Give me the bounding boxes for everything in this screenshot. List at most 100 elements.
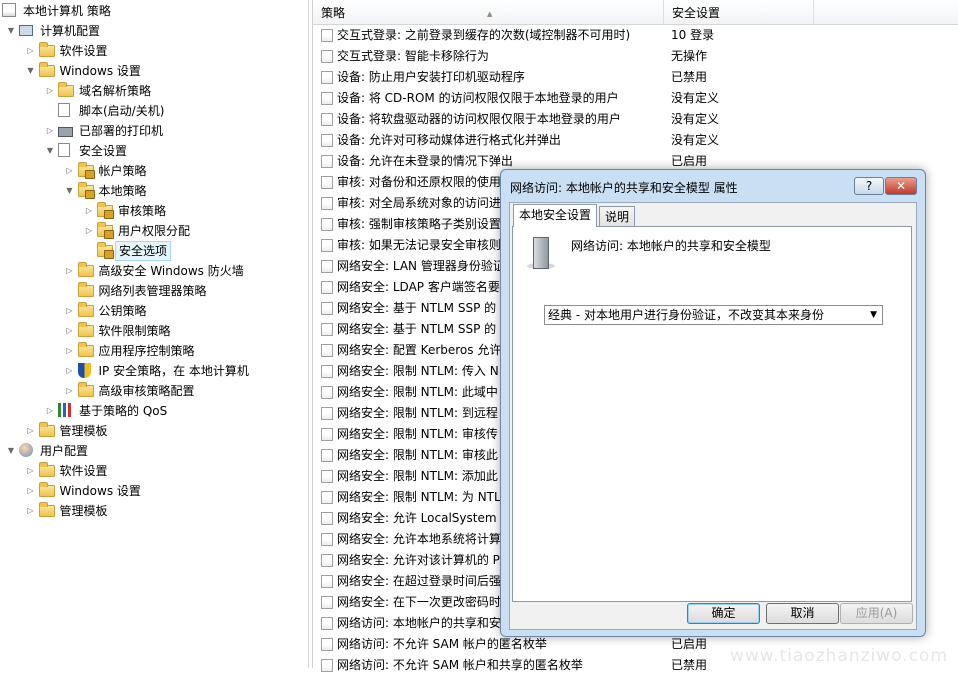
document-icon	[58, 143, 74, 159]
tree-item[interactable]: ▼ 计算机配置	[0, 21, 308, 41]
tree-item-label: 公钥策略	[98, 304, 147, 318]
tree-item[interactable]: 安全选项	[0, 241, 308, 261]
tree-item[interactable]: ▷ 管理模板	[0, 421, 308, 441]
policy-setting-icon	[321, 554, 333, 567]
collapsed-arrow-icon[interactable]: ▷	[26, 41, 36, 61]
collapsed-arrow-icon[interactable]: ▷	[65, 161, 75, 181]
server-icon	[527, 237, 555, 271]
policy-setting-icon	[321, 533, 333, 546]
table-row[interactable]: 设备: 将 CD-ROM 的访问权限仅限于本地登录的用户 没有定义	[313, 88, 958, 109]
table-row[interactable]: 交互式登录: 之前登录到缓存的次数(域控制器不可用时) 10 登录	[313, 25, 958, 46]
tree-item[interactable]: ▷ 软件设置	[0, 41, 308, 61]
tree-item-label: IP 安全策略，在 本地计算机	[98, 364, 249, 378]
tree-item[interactable]: ▼ 安全设置	[0, 141, 308, 161]
folder-icon	[77, 302, 94, 319]
tree-item[interactable]: ▷ 域名解析策略	[0, 81, 308, 101]
collapsed-arrow-icon[interactable]: ▷	[45, 121, 55, 141]
collapsed-arrow-icon[interactable]: ▷	[26, 421, 36, 441]
policy-setting-icon	[321, 365, 333, 378]
column-header-setting[interactable]: 安全设置	[664, 0, 814, 24]
tree-item[interactable]: ▷ 软件限制策略	[0, 321, 308, 341]
collapsed-arrow-icon[interactable]: ▷	[45, 401, 55, 421]
collapsed-arrow-icon[interactable]: ▷	[26, 501, 36, 521]
folder-icon	[77, 382, 94, 399]
tree-item[interactable]: ▷ Windows 设置	[0, 481, 308, 501]
collapsed-arrow-icon[interactable]: ▷	[84, 221, 94, 241]
tree-item[interactable]: ▷ 已部署的打印机	[0, 121, 308, 141]
table-row[interactable]: 设备: 允许对可移动媒体进行格式化并弹出 没有定义	[313, 130, 958, 151]
tab-page: 网络访问: 本地帐户的共享和安全模型 经典 - 对本地用户进行身份验证，不改变其…	[512, 226, 912, 602]
column-header-policy[interactable]: 策略 ▲	[313, 0, 664, 24]
tree-item-label: 用户权限分配	[118, 224, 191, 238]
expanded-arrow-icon[interactable]: ▼	[26, 61, 36, 81]
expanded-arrow-icon[interactable]: ▼	[65, 181, 75, 201]
locked-folder-icon	[77, 162, 95, 179]
collapsed-arrow-icon[interactable]: ▷	[65, 261, 75, 281]
policy-name: 设备: 防止用户安装打印机驱动程序	[337, 70, 525, 84]
expanded-arrow-icon[interactable]: ▼	[6, 441, 16, 461]
help-button[interactable]: ?	[854, 177, 884, 195]
column-header-bar: 策略 ▲ 安全设置	[313, 0, 958, 25]
collapsed-arrow-icon[interactable]: ▷	[45, 81, 55, 101]
shield-icon	[77, 363, 94, 379]
tree-item[interactable]: ▼ Windows 设置	[0, 61, 308, 81]
locked-folder-icon	[97, 202, 114, 219]
tree-item[interactable]: ▼ 用户配置	[0, 441, 308, 461]
tree-item[interactable]: ▷ 帐户策略	[0, 161, 308, 181]
policy-setting-icon	[321, 29, 333, 42]
collapsed-arrow-icon[interactable]: ▷	[65, 321, 75, 341]
collapsed-arrow-icon[interactable]: ▷	[65, 381, 75, 401]
folder-icon	[38, 42, 55, 59]
policy-setting-icon	[321, 428, 333, 441]
policy-setting-value: 已启用	[671, 637, 708, 651]
tree-item[interactable]: ▷ 高级审核策略配置	[0, 381, 308, 401]
table-row[interactable]: 设备: 将软盘驱动器的访问权限仅限于本地登录的用户 没有定义	[313, 109, 958, 130]
collapsed-arrow-icon[interactable]: ▷	[26, 461, 36, 481]
collapsed-arrow-icon[interactable]: ▷	[26, 481, 36, 501]
tab-explain[interactable]: 说明	[599, 206, 636, 226]
policy-name: 交互式登录: 智能卡移除行为	[337, 49, 489, 63]
close-button[interactable]: ✕	[885, 177, 917, 195]
policy-setting-icon	[321, 71, 333, 84]
tree-item[interactable]: ▷ IP 安全策略，在 本地计算机	[0, 361, 308, 381]
chevron-down-icon: ▼	[870, 310, 877, 320]
collapsed-arrow-icon[interactable]: ▷	[65, 361, 75, 381]
chart-icon	[58, 403, 74, 419]
policy-setting-value: 已禁用	[671, 658, 708, 672]
tree-item[interactable]: ▷ 高级安全 Windows 防火墙	[0, 261, 308, 281]
policy-setting-icon	[321, 323, 333, 336]
folder-icon	[38, 482, 55, 499]
tree-item[interactable]: ▷ 软件设置	[0, 461, 308, 481]
policy-name: 交互式登录: 之前登录到缓存的次数(域控制器不可用时)	[337, 28, 631, 42]
tree-item[interactable]: ▷ 应用程序控制策略	[0, 341, 308, 361]
tab-local-security-setting[interactable]: 本地安全设置	[513, 204, 598, 227]
collapsed-arrow-icon[interactable]: ▷	[65, 301, 75, 321]
tree-item-label: 安全选项	[115, 241, 172, 261]
policy-setting-icon	[321, 344, 333, 357]
tree-item[interactable]: ▷ 基于策略的 QoS	[0, 401, 308, 421]
table-row[interactable]: 交互式登录: 智能卡移除行为 无操作	[313, 46, 958, 67]
tree-item[interactable]: ▷ 管理模板	[0, 501, 308, 521]
tree-item[interactable]: ▷ 公钥策略	[0, 301, 308, 321]
tree-item-label: 软件限制策略	[98, 324, 171, 338]
apply-button[interactable]: 应用(A)	[840, 603, 913, 624]
tree-item[interactable]: 本地计算机 策略	[0, 1, 308, 21]
tree-item-label: 已部署的打印机	[79, 124, 164, 138]
policy-name: 设备: 将软盘驱动器的访问权限仅限于本地登录的用户	[337, 112, 621, 126]
policy-option-select[interactable]: 经典 - 对本地用户进行身份验证，不改变其本来身份 ▼	[544, 305, 883, 325]
locked-folder-icon	[97, 222, 114, 239]
cancel-button[interactable]: 取消	[766, 603, 839, 624]
collapsed-arrow-icon[interactable]: ▷	[84, 201, 94, 221]
table-row[interactable]: 设备: 防止用户安装打印机驱动程序 已禁用	[313, 67, 958, 88]
tree-item[interactable]: ▷ 用户权限分配	[0, 221, 308, 241]
tree-item[interactable]: ▷ 审核策略	[0, 201, 308, 221]
expanded-arrow-icon[interactable]: ▼	[6, 21, 16, 41]
policy-name: 网络访问: 不允许 SAM 帐户的匿名枚举	[337, 637, 547, 651]
ok-button[interactable]: 确定	[687, 603, 760, 624]
tree-item[interactable]: ▼ 本地策略	[0, 181, 308, 201]
expanded-arrow-icon[interactable]: ▼	[45, 141, 55, 161]
tree-item[interactable]: 网络列表管理器策略	[0, 281, 308, 301]
collapsed-arrow-icon[interactable]: ▷	[65, 341, 75, 361]
policy-setting-icon	[321, 470, 333, 483]
tree-item[interactable]: 脚本(启动/关机)	[0, 101, 308, 121]
